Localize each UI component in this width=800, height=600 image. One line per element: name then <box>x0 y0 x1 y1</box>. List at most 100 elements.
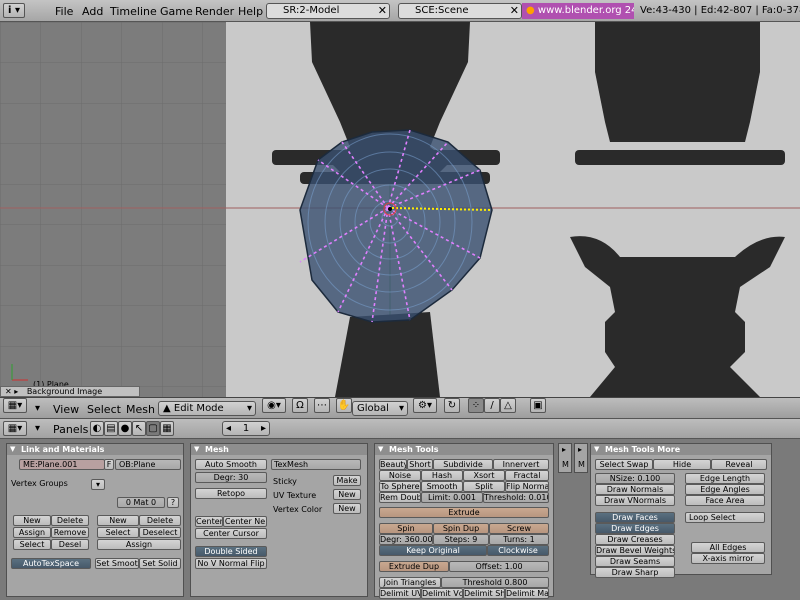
autotexspace-toggle[interactable]: AutoTexSpace <box>11 558 91 569</box>
offset-field[interactable]: Offset: 1.00 <box>449 561 549 572</box>
viewport-canvas[interactable]: (1) Plane <box>0 22 800 397</box>
close-icon[interactable]: ✕ <box>5 387 12 396</box>
shading-context-icon[interactable]: ● <box>118 421 132 436</box>
material-deselect-button[interactable]: Deselect <box>139 527 181 538</box>
loop-select-dropdown[interactable]: Loop Select <box>685 512 765 523</box>
keep-original-toggle[interactable]: Keep Original <box>379 545 487 556</box>
draw-vnormals-toggle[interactable]: Draw VNormals <box>595 495 675 506</box>
snap-grid-icon[interactable]: ⋯ <box>314 398 330 413</box>
turns-field[interactable]: Turns: 1 <box>489 534 549 545</box>
set-solid-button[interactable]: Set Solid <box>139 558 181 569</box>
x-axis-mirror-toggle[interactable]: X-axis mirror <box>691 553 765 564</box>
steps-field[interactable]: Steps: 9 <box>433 534 489 545</box>
material-help-button[interactable]: ? <box>167 497 179 508</box>
fake-user-toggle[interactable]: F <box>104 459 114 470</box>
vgroup-delete-button[interactable]: Delete <box>51 515 89 526</box>
flip-normal-button[interactable]: Flip Normal <box>505 481 549 492</box>
uv-texture-new-button[interactable]: New <box>333 489 361 500</box>
draw-normals-toggle[interactable]: Draw Normals <box>595 484 675 495</box>
delimit-mat-toggle[interactable]: Delimit Ma <box>505 588 549 599</box>
to-sphere-button[interactable]: To Sphere <box>379 481 421 492</box>
collapsed-panel-2[interactable]: ▸ M <box>574 443 588 473</box>
object-context-icon[interactable]: ↖ <box>132 421 146 436</box>
texmesh-field[interactable]: TexMesh <box>271 459 361 470</box>
3d-viewport[interactable]: (1) Plane <box>0 22 800 397</box>
extrude-button[interactable]: Extrude <box>379 507 549 518</box>
panel-title[interactable]: Mesh <box>191 444 367 455</box>
render-icon[interactable]: ▣ <box>530 398 546 413</box>
arrow-right-icon[interactable]: ▸ <box>261 422 266 435</box>
draw-creases-toggle[interactable]: Draw Creases <box>595 534 675 545</box>
join-threshold-field[interactable]: Threshold 0.800 <box>441 577 549 588</box>
retopo-toggle[interactable]: Retopo <box>195 488 267 499</box>
object-name-field[interactable]: OB:Plane <box>115 459 181 470</box>
vgroup-new-button[interactable]: New <box>13 515 51 526</box>
normal-size-field[interactable]: NSize: 0.100 <box>595 473 675 484</box>
face-select-icon[interactable]: △ <box>500 398 516 413</box>
draw-seams-toggle[interactable]: Draw Seams <box>595 556 675 567</box>
vertex-group-menu[interactable]: ▾ <box>91 479 105 490</box>
spin-button[interactable]: Spin <box>379 523 433 534</box>
orientation-dropdown[interactable]: Global ▾ <box>352 401 408 416</box>
noise-button[interactable]: Noise <box>379 470 421 481</box>
screw-button[interactable]: Screw <box>489 523 549 534</box>
menu-file[interactable]: File <box>55 5 73 18</box>
draw-faces-toggle[interactable]: Draw Faces <box>595 512 675 523</box>
edge-length-toggle[interactable]: Edge Length <box>685 473 765 484</box>
spin-dup-button[interactable]: Spin Dup <box>433 523 489 534</box>
draw-bevel-weights-toggle[interactable]: Draw Bevel Weights <box>595 545 675 556</box>
arrow-left-icon[interactable]: ◂ <box>226 422 231 435</box>
threshold-field[interactable]: Threshold: 0.010 <box>483 492 549 503</box>
spin-degree-field[interactable]: Degr: 360.00 <box>379 534 433 545</box>
close-icon[interactable]: ✕ <box>510 4 519 18</box>
vgroup-select-button[interactable]: Select <box>13 539 51 550</box>
draw-type-icon[interactable]: ◉▾ <box>262 398 286 413</box>
limit-field[interactable]: Limit: 0.001 <box>421 492 483 503</box>
join-triangles-button[interactable]: Join Triangles <box>379 577 441 588</box>
menu-game[interactable]: Game <box>160 5 193 18</box>
expand-arrow-icon[interactable]: ▸ <box>562 445 566 454</box>
split-button[interactable]: Split <box>463 481 505 492</box>
hand-manipulator-icon[interactable]: ✋ <box>336 398 352 413</box>
menu-mesh[interactable]: Mesh <box>126 403 155 416</box>
center-button[interactable]: Center <box>195 516 223 527</box>
vgroup-remove-button[interactable]: Remove <box>51 527 89 538</box>
innervert-dropdown[interactable]: Innervert <box>493 459 549 470</box>
close-icon[interactable]: ✕ <box>378 4 387 18</box>
hash-button[interactable]: Hash <box>421 470 463 481</box>
panel-title[interactable]: Link and Materials <box>7 444 183 455</box>
clockwise-toggle[interactable]: Clockwise <box>487 545 549 556</box>
material-delete-button[interactable]: Delete <box>139 515 181 526</box>
material-new-button[interactable]: New <box>97 515 139 526</box>
material-select-button[interactable]: Select <box>97 527 139 538</box>
menu-view[interactable]: View <box>53 403 79 416</box>
menu-timeline[interactable]: Timeline <box>110 5 157 18</box>
editor-type-icon[interactable]: ▦▾ <box>3 398 27 413</box>
logic-context-icon[interactable]: ◐ <box>90 421 104 436</box>
all-edges-toggle[interactable]: All Edges <box>691 542 765 553</box>
sticky-make-button[interactable]: Make <box>333 475 361 486</box>
layer-icon[interactable]: ⚙▾ <box>413 398 437 413</box>
vgroup-deselect-button[interactable]: Desel <box>51 539 89 550</box>
center-new-button[interactable]: Center Ne <box>223 516 267 527</box>
delimit-vcol-toggle[interactable]: Delimit Vco <box>421 588 463 599</box>
delimit-uv-toggle[interactable]: Delimit UV <box>379 588 421 599</box>
double-sided-toggle[interactable]: Double Sided <box>195 546 267 557</box>
delimit-sharp-toggle[interactable]: Delimit Sha <box>463 588 505 599</box>
draw-sharp-toggle[interactable]: Draw Sharp <box>595 567 675 578</box>
menu-select[interactable]: Select <box>87 403 121 416</box>
fractal-button[interactable]: Fractal <box>505 470 549 481</box>
short-toggle[interactable]: Short <box>407 459 433 470</box>
panel-title[interactable]: Mesh Tools <box>375 444 553 455</box>
beauty-toggle[interactable]: Beauty <box>379 459 407 470</box>
material-assign-button[interactable]: Assign <box>97 539 181 550</box>
hide-button[interactable]: Hide <box>653 459 711 470</box>
auto-smooth-toggle[interactable]: Auto Smooth <box>195 459 267 470</box>
vgroup-assign-button[interactable]: Assign <box>13 527 51 538</box>
expand-arrow-icon[interactable]: ▸ <box>578 445 582 454</box>
material-index-field[interactable]: 0 Mat 0 <box>117 497 165 508</box>
face-area-toggle[interactable]: Face Area <box>685 495 765 506</box>
editor-type-icon[interactable]: ▦▾ <box>3 421 27 436</box>
xsort-button[interactable]: Xsort <box>463 470 505 481</box>
info-editor-icon[interactable]: i ▾ <box>3 3 25 18</box>
